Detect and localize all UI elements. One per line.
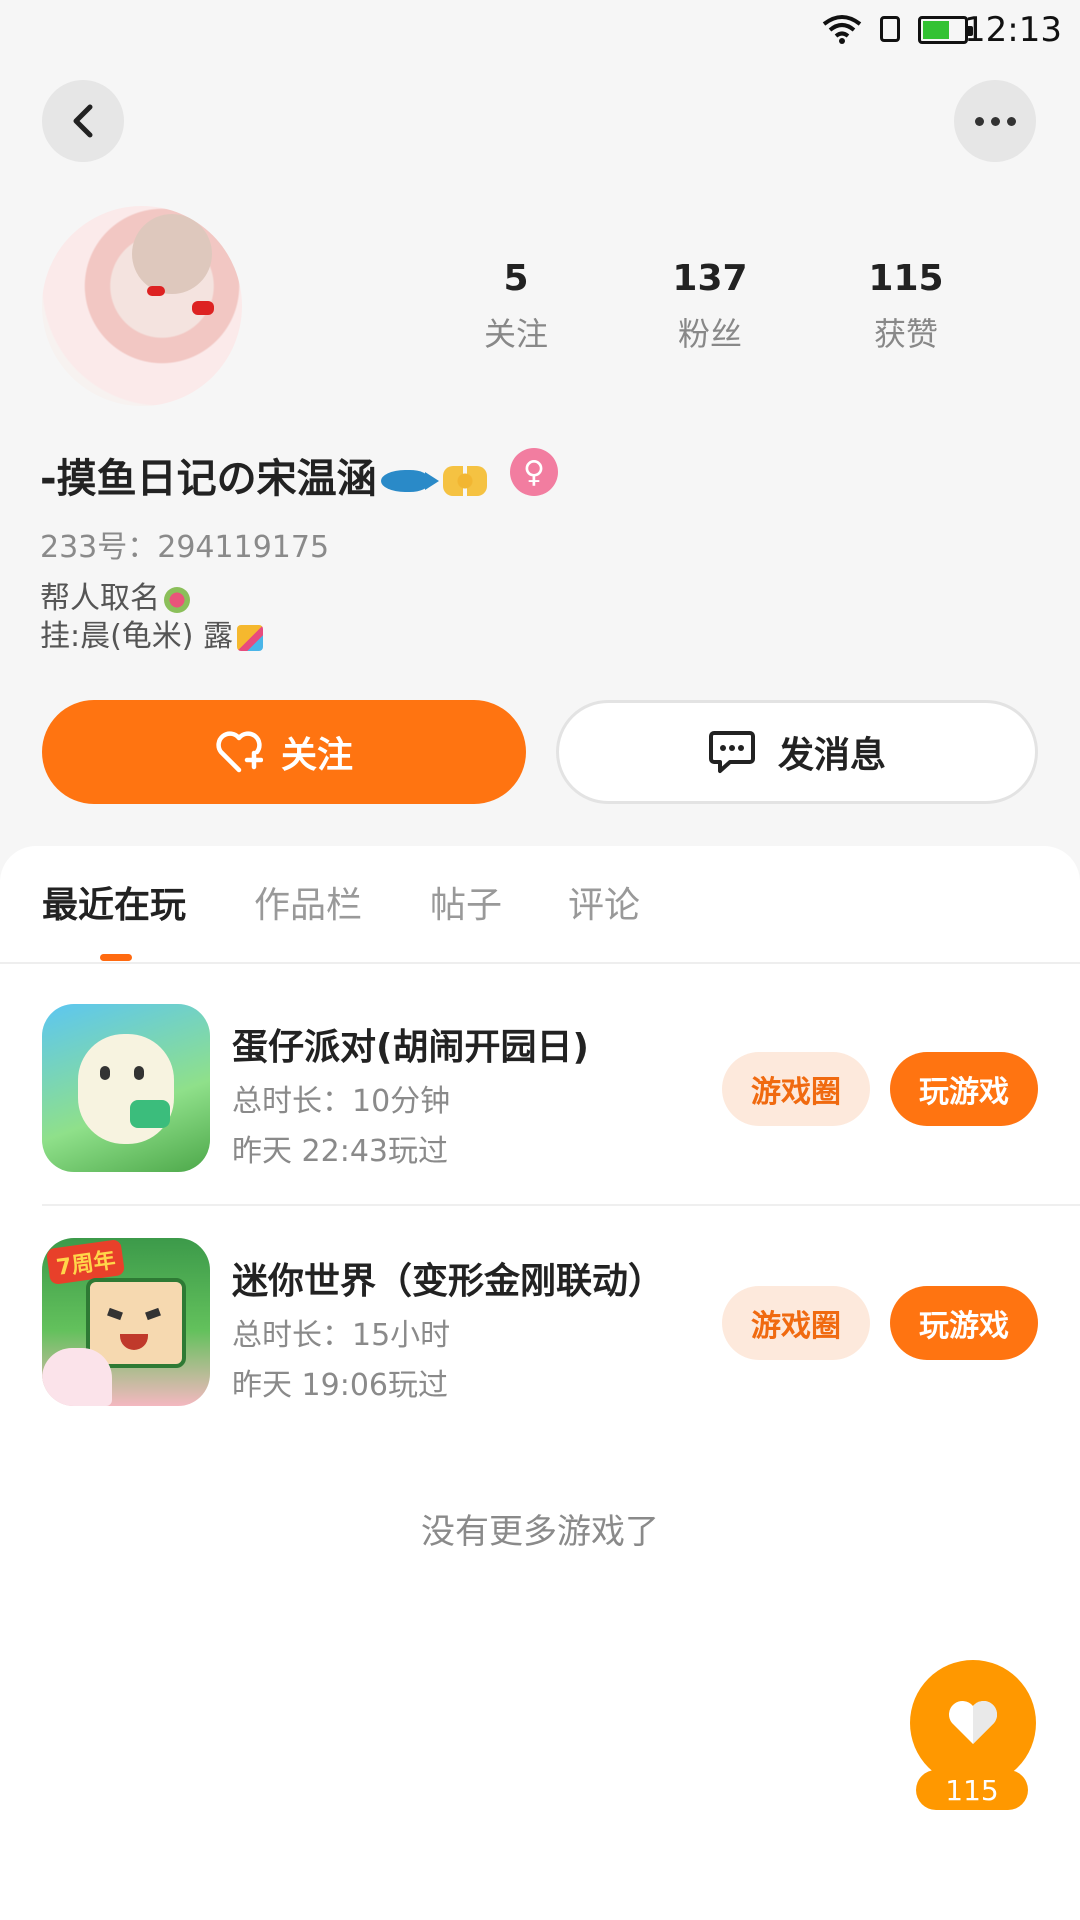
tab-comments[interactable]: 评论	[568, 876, 640, 928]
game-last-played: 昨天 19:06玩过	[232, 1368, 448, 1403]
heart-icon	[948, 1700, 998, 1744]
message-button-label: 发消息	[777, 735, 886, 776]
tab-recently-played[interactable]: 最近在玩	[42, 876, 186, 928]
more-button[interactable]	[954, 80, 1036, 162]
ribbon-emoji-icon	[442, 466, 487, 496]
status-bar: 12:13	[0, 0, 1080, 64]
game-name: 蛋仔派对(胡闹开园日)	[232, 1027, 589, 1068]
game-icon-eggy-party[interactable]	[42, 1004, 210, 1172]
like-button[interactable]	[910, 1660, 1036, 1786]
wifi-icon	[822, 15, 862, 44]
play-game-button[interactable]: 玩游戏	[890, 1052, 1038, 1126]
heart-plus-icon	[215, 730, 263, 774]
bio: 帮人取名 挂:晨(龟米) 露	[40, 580, 264, 656]
party-popper-icon	[237, 624, 264, 651]
back-arrow-icon	[73, 104, 93, 138]
more-dots-icon	[974, 116, 1016, 126]
stat-fans-count: 137	[672, 258, 748, 299]
bio-line-2: 挂:晨(龟米) 露	[40, 619, 234, 654]
game-duration: 总时长：15小时	[232, 1318, 451, 1353]
stat-likes-label: 获赞	[873, 315, 938, 353]
game-duration: 总时长：10分钟	[232, 1084, 451, 1119]
like-count-badge: 115	[916, 1770, 1028, 1810]
row-divider	[42, 1204, 1080, 1206]
user-id: 233号：294119175	[40, 530, 330, 565]
game-circle-button[interactable]: 游戏圈	[722, 1286, 870, 1360]
game-circle-button[interactable]: 游戏圈	[722, 1052, 870, 1126]
sim-icon	[880, 16, 900, 42]
battery-icon	[918, 16, 973, 44]
gender-female-icon: ♀	[510, 448, 558, 496]
no-more-games-text: 没有更多游戏了	[421, 1512, 659, 1552]
stat-likes-count: 115	[868, 258, 944, 299]
back-button[interactable]	[42, 80, 124, 162]
stat-following-label: 关注	[483, 315, 548, 353]
avatar[interactable]	[42, 206, 242, 406]
play-game-button[interactable]: 玩游戏	[890, 1286, 1038, 1360]
tab-bar: 最近在玩 作品栏 帖子 评论	[0, 876, 1080, 946]
nickname: -摸鱼日记の宋温涵	[40, 446, 487, 504]
stat-following-count: 5	[503, 258, 529, 299]
follow-button[interactable]: 关注	[42, 700, 526, 804]
tab-divider	[0, 962, 1080, 964]
tab-posts[interactable]: 帖子	[430, 876, 502, 928]
game-row[interactable]: 蛋仔派对(胡闹开园日) 总时长：10分钟 昨天 22:43玩过 游戏圈 玩游戏	[0, 1004, 1080, 1194]
stat-likes[interactable]: 115 获赞	[836, 258, 976, 355]
game-name: 迷你世界（变形金刚联动）	[232, 1261, 665, 1302]
bio-line-1: 帮人取名	[40, 581, 160, 616]
dango-emoji-icon	[164, 586, 190, 613]
game-last-played: 昨天 22:43玩过	[232, 1134, 448, 1169]
game-icon-mini-world[interactable]: 7周年	[42, 1238, 210, 1406]
status-time: 12:13	[964, 10, 1062, 50]
chat-bubble-icon	[708, 729, 756, 775]
tab-works[interactable]: 作品栏	[254, 876, 362, 928]
content-panel: 最近在玩 作品栏 帖子 评论 蛋仔派对(胡闹开园日) 总时长：10分钟 昨天 2…	[0, 846, 1080, 1920]
stat-fans[interactable]: 137 粉丝	[640, 258, 780, 355]
message-button[interactable]: 发消息	[556, 700, 1038, 804]
fish-emoji-icon	[380, 470, 439, 492]
active-tab-indicator	[100, 954, 132, 961]
stat-following[interactable]: 5 关注	[446, 258, 586, 355]
stat-fans-label: 粉丝	[677, 315, 742, 353]
follow-button-label: 关注	[280, 735, 353, 776]
game-row[interactable]: 7周年 迷你世界（变形金刚联动） 总时长：15小时 昨天 19:06玩过 游戏圈…	[0, 1238, 1080, 1428]
nickname-text: -摸鱼日记の宋温涵	[40, 456, 377, 502]
